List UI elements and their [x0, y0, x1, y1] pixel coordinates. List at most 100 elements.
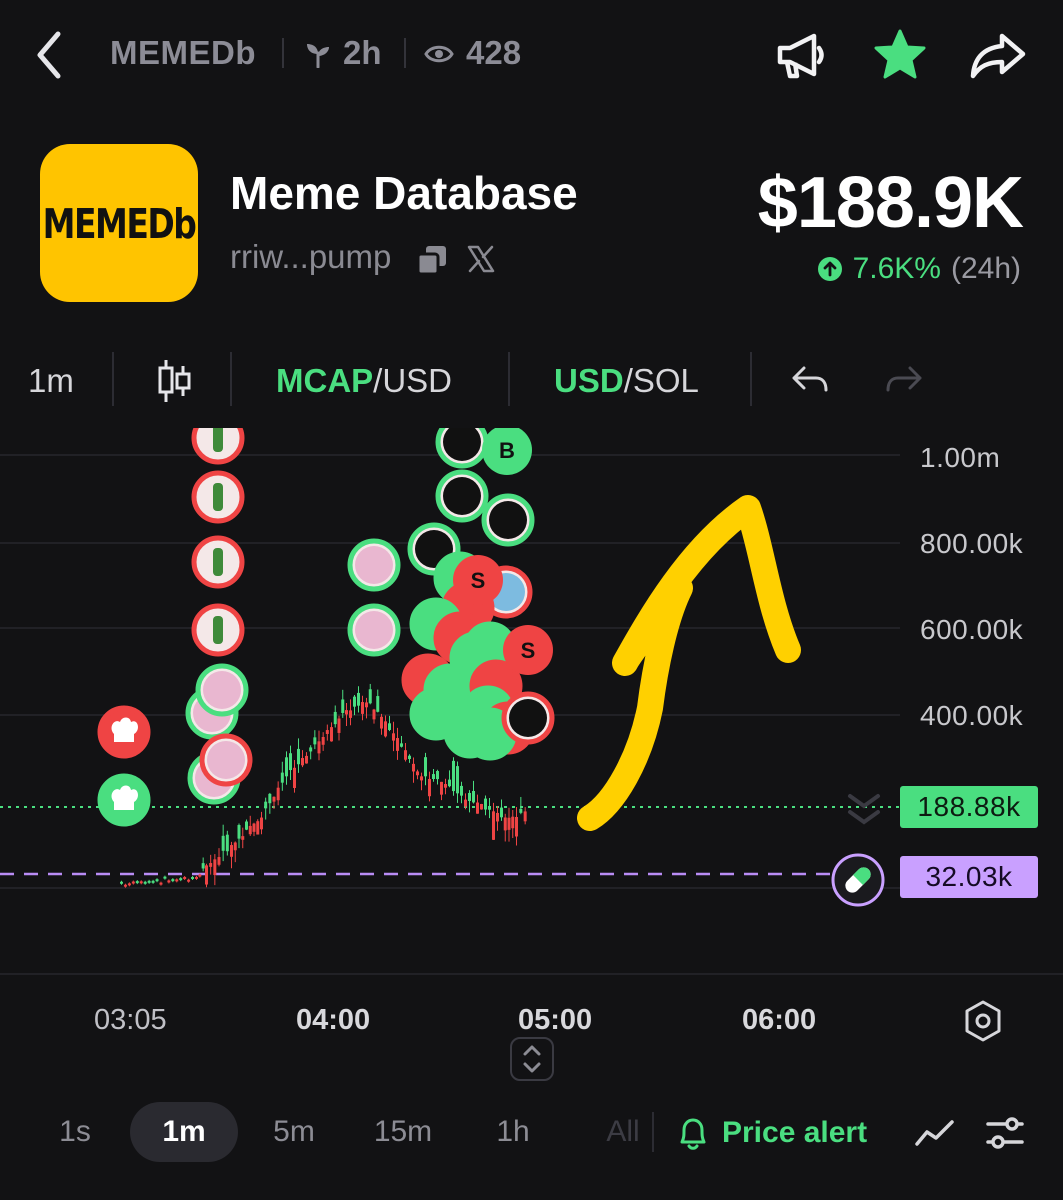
divider [230, 352, 232, 406]
candle [376, 696, 380, 712]
candle [460, 785, 463, 796]
price-alert-button[interactable]: Price alert [676, 1112, 867, 1154]
candle [436, 771, 439, 780]
trade-marker [443, 705, 497, 759]
pill-icon[interactable] [830, 852, 886, 908]
trade-letter-marker: S [453, 555, 503, 605]
timeframe-all[interactable]: All [596, 1102, 650, 1162]
time-label: 06:00 [742, 1004, 817, 1036]
chart-settings-icon[interactable] [960, 998, 1006, 1044]
candle [205, 865, 208, 885]
copy-icon[interactable] [416, 244, 448, 276]
candle [293, 767, 296, 788]
trade-marker [97, 773, 151, 827]
candle [175, 879, 179, 882]
candle [368, 689, 372, 704]
candle [515, 816, 518, 837]
candle [440, 781, 443, 795]
candle [139, 881, 143, 884]
candle [416, 771, 419, 776]
candle [191, 876, 195, 879]
market-cap: $188.9K [757, 163, 1024, 243]
candle [349, 710, 352, 718]
trade-letter: S [521, 638, 536, 663]
trade-marker [191, 535, 245, 589]
candlestick-icon[interactable] [156, 358, 192, 404]
candle [268, 793, 272, 804]
token-logo: MEMEDb [40, 144, 198, 302]
candle [333, 711, 337, 725]
candle [357, 692, 360, 706]
usd-toggle-label: /USD [373, 362, 453, 399]
star-icon[interactable] [870, 26, 930, 86]
share-icon[interactable] [968, 26, 1028, 86]
candle [372, 709, 376, 720]
candle [209, 863, 213, 867]
candle [330, 727, 333, 742]
candle [472, 790, 475, 803]
trade-marker [435, 428, 489, 469]
trade-marker [191, 428, 245, 465]
usd-sol-toggle[interactable]: USD/SOL [554, 362, 699, 400]
mcap-usd-toggle[interactable]: MCAP/USD [276, 362, 452, 400]
candle [272, 796, 276, 802]
candle [120, 881, 123, 884]
candle [388, 723, 391, 730]
trade-marker [97, 705, 151, 759]
candle [171, 879, 175, 882]
redo-icon[interactable] [884, 362, 924, 398]
arrow-up-circle-icon [817, 257, 842, 281]
timeframe-5m[interactable]: 5m [258, 1102, 330, 1162]
candle [496, 812, 499, 822]
candle [365, 702, 368, 708]
sliders-icon[interactable] [984, 1114, 1026, 1152]
candle [353, 696, 356, 707]
candle [432, 774, 435, 780]
interval-selector[interactable]: 1m [28, 362, 74, 400]
candle [230, 845, 233, 857]
candle [285, 757, 288, 777]
token-logo-text: MEMEDb [42, 198, 197, 248]
candle [428, 778, 431, 797]
candle [179, 878, 183, 881]
candle [131, 881, 135, 884]
undo-icon[interactable] [790, 362, 830, 398]
candle [503, 817, 507, 831]
trade-markers: B S S [97, 428, 555, 827]
expand-chart-button[interactable] [510, 1037, 554, 1081]
timeframe-15m[interactable]: 15m [362, 1102, 444, 1162]
candle [396, 738, 399, 751]
bell-icon [680, 1118, 706, 1150]
trade-marker [435, 469, 489, 523]
price-change: 7.6K% (24h) [817, 252, 1021, 286]
line-chart-icon[interactable] [914, 1114, 956, 1152]
timeframe-1h[interactable]: 1h [480, 1102, 546, 1162]
trade-letter-marker: B [482, 428, 532, 475]
candle [260, 817, 263, 830]
candle [264, 801, 268, 809]
back-icon[interactable] [30, 28, 70, 82]
candle [400, 743, 403, 747]
timeframe-1s[interactable]: 1s [44, 1102, 106, 1162]
candle [159, 882, 163, 885]
candle [392, 733, 395, 741]
candle [380, 716, 383, 729]
timeframe-1m[interactable]: 1m [130, 1102, 238, 1162]
candle [187, 879, 191, 882]
candle [256, 821, 260, 835]
candle [155, 879, 159, 882]
candle [317, 741, 321, 754]
candle [143, 881, 147, 884]
candle [476, 802, 479, 814]
candle [276, 787, 280, 801]
y-axis-label: 400.00k [920, 700, 1024, 731]
candle [456, 766, 459, 794]
candle [519, 808, 523, 813]
candle [163, 876, 167, 879]
candle [313, 737, 317, 745]
candle [248, 825, 252, 835]
megaphone-icon[interactable] [770, 26, 830, 86]
trade-letter: S [471, 568, 486, 593]
price-chart[interactable]: B S S 1.00m 800.00k 600.00k 400.00k 188.88… [0, 428, 1063, 988]
x-logo-icon[interactable] [466, 244, 496, 274]
